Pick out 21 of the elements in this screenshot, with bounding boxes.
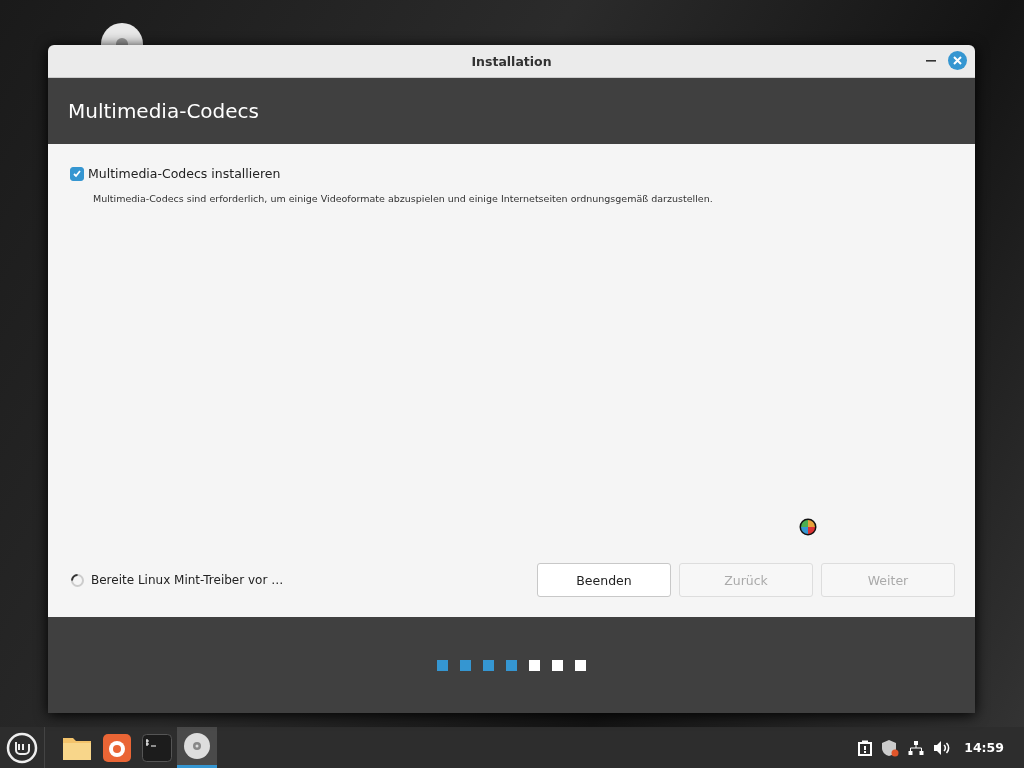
volume-icon[interactable] [933, 739, 952, 756]
network-icon[interactable] [908, 739, 925, 756]
wizard-button[interactable]: Beenden [537, 563, 671, 597]
menu-icon[interactable] [6, 731, 38, 764]
shield-icon[interactable] [881, 738, 900, 757]
browser-icon [103, 733, 131, 762]
close-icon[interactable] [948, 51, 967, 70]
option-description: Multimedia-Codecs sind erforderlich, um einige Videoformate abzuspielen und einige Internetseiten ordnungsgemäß darzustellen. [93, 193, 714, 204]
disc-icon [183, 732, 211, 760]
clipboard-icon[interactable] [858, 739, 873, 756]
taskbar-app[interactable] [177, 727, 217, 768]
checkbox[interactable] [70, 166, 84, 181]
checkbox-label[interactable]: Multimedia-Codecs installieren [88, 166, 281, 181]
clock[interactable]: 14:59 [964, 740, 1004, 755]
window-title: Installation [471, 53, 552, 69]
terminal-icon [142, 733, 172, 762]
spinner-icon [70, 572, 85, 588]
page-heading: Multimedia-Codecs [68, 99, 259, 123]
status-text: Bereite Linux Mint-Treiber vor … [91, 573, 284, 587]
minimize-icon[interactable] [926, 59, 936, 62]
busy-cursor-icon [799, 518, 817, 536]
